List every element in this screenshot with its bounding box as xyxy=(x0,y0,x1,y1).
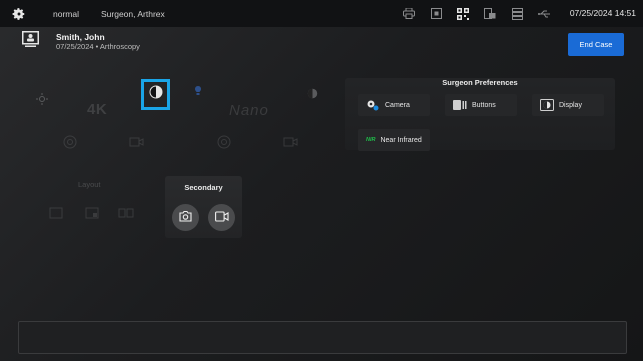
secondary-capture-button[interactable] xyxy=(172,204,199,231)
patient-bar: Smith, John 07/25/2024 • Arthroscopy xyxy=(0,27,643,63)
record-icon[interactable] xyxy=(429,7,443,20)
top-bar: normal Surgeon, Arthrex 07/25/2024 14:51 xyxy=(0,0,643,27)
buttons-pref-icon xyxy=(453,99,467,111)
pref-buttons-label: Buttons xyxy=(472,101,496,109)
pref-camera-button[interactable]: Camera xyxy=(358,94,430,116)
camera-panel-nano[interactable]: Nano xyxy=(183,78,328,149)
date-time: 07/25/2024 14:51 xyxy=(569,8,636,18)
export-icon[interactable] xyxy=(483,7,497,20)
camera-icon xyxy=(179,209,192,227)
record-icon-ghost xyxy=(128,134,144,150)
secondary-record-button[interactable] xyxy=(208,204,235,231)
nano-light-icon[interactable] xyxy=(191,84,205,98)
camera-label-4k: 4K xyxy=(87,101,108,118)
white-balance-icon xyxy=(149,85,163,104)
surgeon-name[interactable]: Surgeon, Arthrex xyxy=(101,9,165,19)
status-icons xyxy=(402,7,551,20)
nano-record-icon-ghost xyxy=(282,134,298,150)
qr-code-icon[interactable] xyxy=(456,7,470,20)
mode-label: normal xyxy=(53,8,79,19)
patient-monitor-icon[interactable] xyxy=(22,31,39,48)
pref-camera-label: Camera xyxy=(385,101,410,109)
printer-icon[interactable] xyxy=(402,7,416,20)
layout-split-icon[interactable] xyxy=(118,205,134,221)
camera-label-nano: Nano xyxy=(229,102,269,119)
nano-white-balance-icon[interactable] xyxy=(305,86,319,100)
pref-near-infrared-label: Near Infrared xyxy=(380,136,422,144)
nano-capture-icon-ghost xyxy=(216,134,232,150)
layout-single-icon[interactable] xyxy=(48,205,64,221)
pref-display-label: Display xyxy=(559,101,582,109)
patient-details: 07/25/2024 • Arthroscopy xyxy=(56,42,140,51)
secondary-panel: Secondary xyxy=(165,176,242,238)
pref-near-infrared-button[interactable]: NIR Near Infrared xyxy=(358,129,430,151)
storage-icon[interactable] xyxy=(510,7,524,20)
capture-icon-ghost xyxy=(62,134,78,150)
light-icon[interactable] xyxy=(35,92,49,106)
preferences-title: Surgeon Preferences xyxy=(442,78,518,87)
pref-buttons-button[interactable]: Buttons xyxy=(445,94,517,116)
surgeon-preferences-panel: Surgeon Preferences Camera Buttons Displ… xyxy=(345,78,615,151)
patient-name: Smith, John xyxy=(56,32,105,42)
display-pref-icon xyxy=(540,99,554,111)
gear-icon[interactable] xyxy=(9,4,29,24)
nir-pref-icon: NIR xyxy=(366,137,376,143)
camera-pref-icon xyxy=(366,99,380,111)
pref-display-button[interactable]: Display xyxy=(532,94,604,116)
layout-pip-icon[interactable] xyxy=(84,205,100,221)
bottom-bar xyxy=(18,321,627,354)
video-icon xyxy=(214,209,229,227)
layout-label: Layout xyxy=(78,180,101,189)
white-balance-button[interactable] xyxy=(141,79,170,110)
usb-icon[interactable] xyxy=(537,7,551,20)
secondary-title: Secondary xyxy=(184,183,223,192)
end-case-button[interactable]: End Case xyxy=(568,33,624,56)
